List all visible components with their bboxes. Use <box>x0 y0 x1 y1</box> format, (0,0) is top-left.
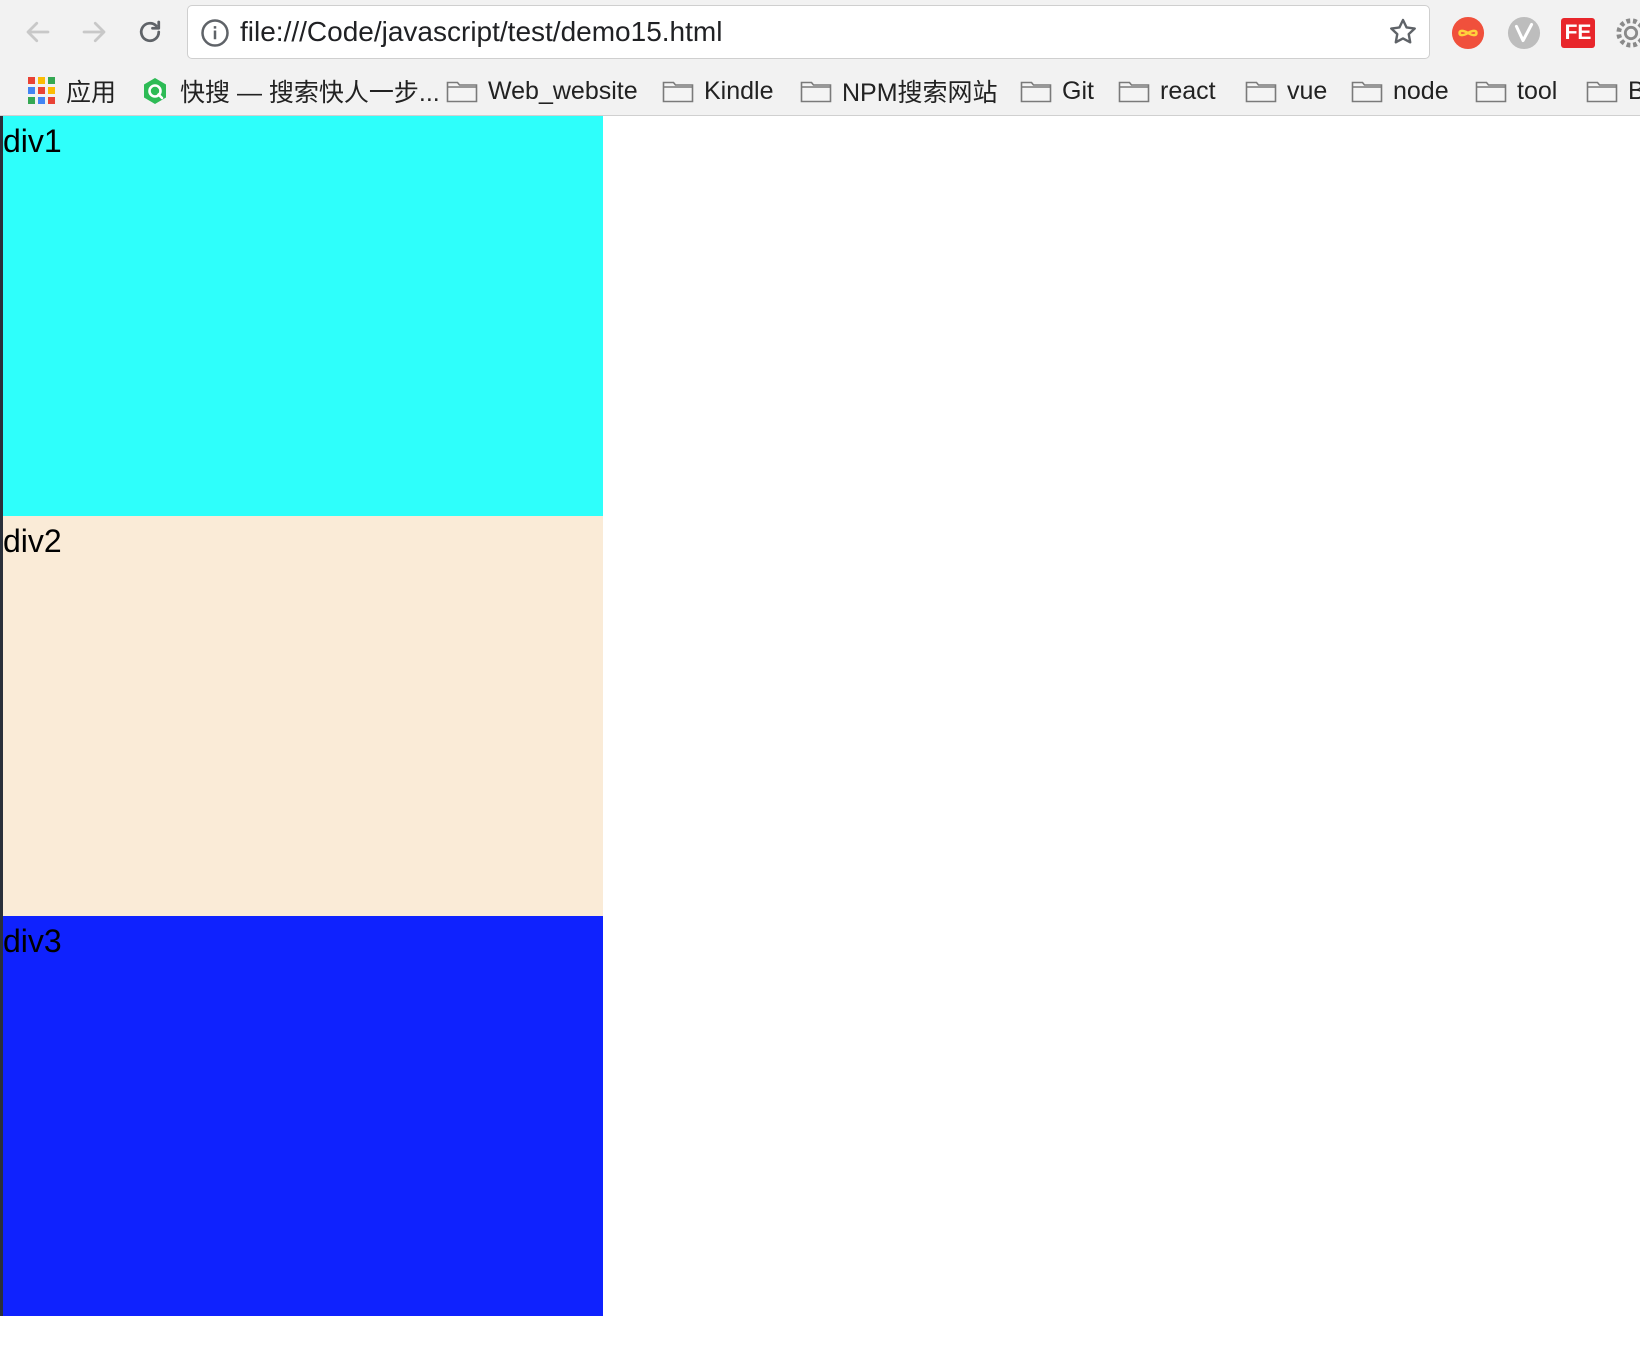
reload-button[interactable] <box>130 12 170 52</box>
folder-icon <box>1586 81 1618 103</box>
bookmark-apps[interactable]: 应用 <box>28 66 116 116</box>
bookmark-folder-git[interactable]: Git <box>1020 66 1094 116</box>
bookmark-folder-b[interactable]: B <box>1586 66 1640 116</box>
forward-button[interactable] <box>74 12 114 52</box>
bookmark-label: Web_website <box>488 76 638 105</box>
bookmark-label: tool <box>1517 76 1558 105</box>
bookmark-folder-npm[interactable]: NPM搜索网站 <box>800 66 998 116</box>
folder-icon <box>1245 81 1277 103</box>
bookmark-folder-node[interactable]: node <box>1351 66 1449 116</box>
reload-icon <box>139 20 161 43</box>
bookmark-label: NPM搜索网站 <box>842 79 998 107</box>
folder-icon <box>662 81 694 103</box>
info-icon[interactable] <box>200 18 230 48</box>
bookmark-folder-vue[interactable]: vue <box>1245 66 1327 116</box>
folder-icon <box>1118 81 1150 103</box>
browser-window: file:///Code/javascript/test/demo15.html… <box>0 0 1640 1362</box>
star-icon[interactable] <box>1387 16 1419 48</box>
address-bar[interactable]: file:///Code/javascript/test/demo15.html <box>187 5 1430 59</box>
bookmark-folder-react[interactable]: react <box>1118 66 1216 116</box>
bookmark-label: 快搜 — 搜索快人一步... <box>180 79 440 107</box>
infinity-extension-icon[interactable] <box>1450 15 1486 51</box>
forward-arrow-icon <box>82 21 106 43</box>
bookmark-kuaisou[interactable]: 快搜 — 搜索快人一步... <box>140 66 440 116</box>
bookmark-label: 应用 <box>66 79 117 107</box>
bookmark-label: B <box>1628 76 1640 105</box>
div1-label: div1 <box>3 123 62 159</box>
div2-box: div2 <box>3 516 603 916</box>
div2-label: div2 <box>3 523 62 559</box>
bookmark-label: Git <box>1062 76 1094 105</box>
folder-icon <box>1020 81 1052 103</box>
back-arrow-icon <box>26 21 50 43</box>
page-content: div1 div2 div3 <box>0 116 1640 1362</box>
bookmark-label: react <box>1160 76 1216 105</box>
bookmark-folder-tool[interactable]: tool <box>1475 66 1557 116</box>
v-extension-icon[interactable] <box>1506 15 1542 51</box>
back-button[interactable] <box>18 12 58 52</box>
bookmark-folder-kindle[interactable]: Kindle <box>662 66 774 116</box>
bookmark-label: vue <box>1287 76 1328 105</box>
folder-icon <box>800 81 832 103</box>
div1-box: div1 <box>3 116 603 516</box>
gear-extension-icon[interactable] <box>1614 15 1640 51</box>
div3-box: div3 <box>3 916 603 1316</box>
url-text[interactable]: file:///Code/javascript/test/demo15.html <box>240 6 722 58</box>
folder-icon <box>446 81 478 103</box>
bookmarks-bar: 应用 快搜 — 搜索快人一步... Web_website Kindle NPM… <box>0 66 1640 116</box>
apps-grid-icon <box>28 77 56 105</box>
folder-icon <box>1475 81 1507 103</box>
fe-extension-icon[interactable]: FE <box>1560 15 1596 51</box>
bookmark-folder-web-website[interactable]: Web_website <box>446 66 638 116</box>
folder-icon <box>1351 81 1383 103</box>
browser-toolbar: file:///Code/javascript/test/demo15.html… <box>0 0 1640 66</box>
div3-label: div3 <box>3 923 62 959</box>
bookmark-label: Kindle <box>704 76 774 105</box>
kuaisou-icon <box>144 78 166 104</box>
bookmark-label: node <box>1393 76 1449 105</box>
fe-extension-label: FE <box>1564 21 1592 44</box>
